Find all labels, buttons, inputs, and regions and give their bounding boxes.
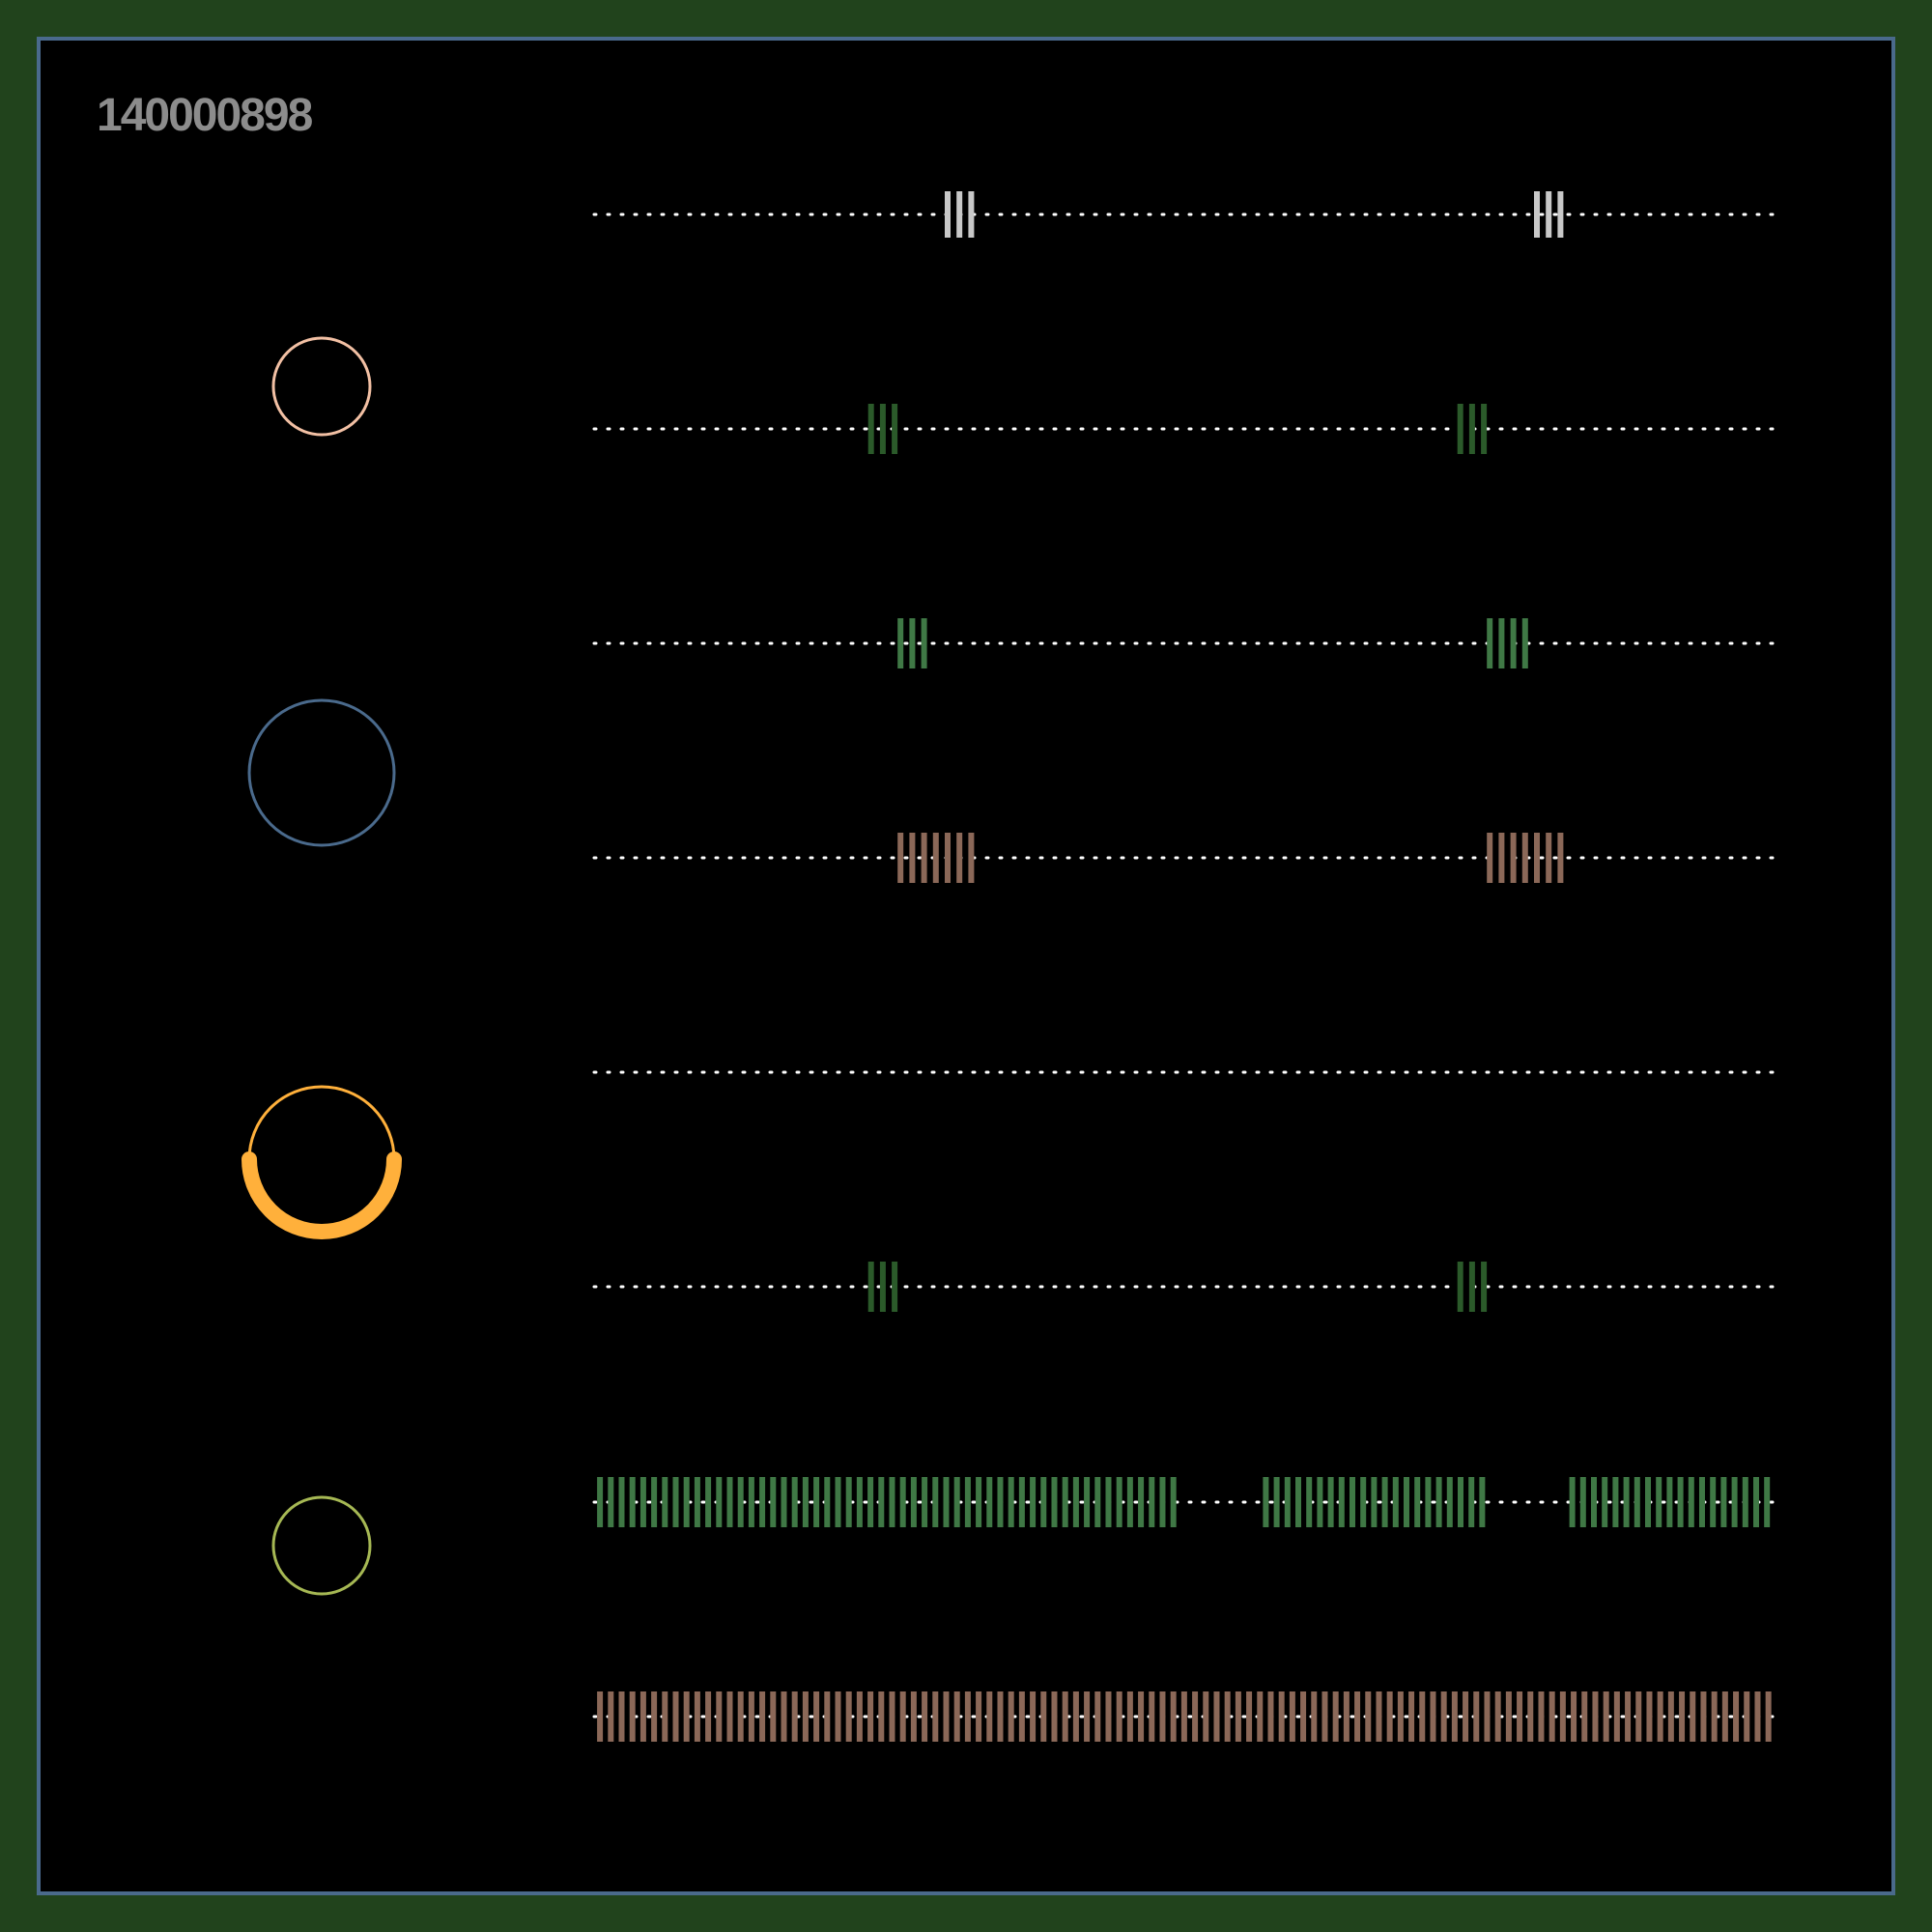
- id-label: 140000898: [97, 90, 313, 141]
- track-8: [592, 1691, 1775, 1742]
- main-panel: [37, 37, 1895, 1895]
- visualization-canvas: 140000898: [0, 0, 1932, 1932]
